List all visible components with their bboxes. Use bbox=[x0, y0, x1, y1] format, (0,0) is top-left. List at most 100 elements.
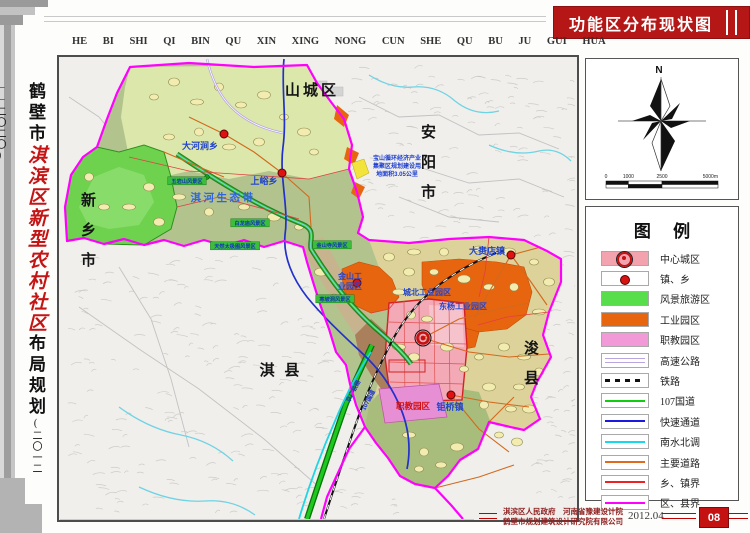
legend-swatch-area-icon bbox=[601, 332, 649, 347]
scale-tick: 0 bbox=[605, 174, 608, 180]
legend-swatch-line-icon bbox=[601, 434, 649, 449]
legend-swatch-line-icon bbox=[601, 393, 649, 408]
legend-item-label: 风景旅游区 bbox=[660, 291, 710, 306]
map-label: 大河涧乡 bbox=[182, 140, 218, 151]
left-rail-mid bbox=[11, 0, 15, 533]
map-label: 五岩山风景区 bbox=[171, 177, 203, 185]
side-title-suffix: 布局规划 bbox=[26, 334, 45, 418]
map-label: 钜桥镇 bbox=[436, 401, 463, 412]
legend-item: 中心城区 bbox=[586, 248, 738, 268]
title-banner: 功能区分布现状图 bbox=[553, 6, 750, 39]
legend-swatch-area-icon bbox=[601, 312, 649, 327]
left-rail-dark bbox=[4, 0, 11, 533]
legend-items: 中心城区镇、乡风景旅游区工业园区职教园区高速公路铁路 107国道快速通道南水北调主… bbox=[586, 248, 738, 513]
legend-swatch-line-icon bbox=[601, 455, 649, 470]
legend-item-label: 镇、乡 bbox=[660, 271, 690, 286]
side-title-prefix: 鹤壁市 bbox=[26, 82, 45, 145]
legend-swatch-line-icon bbox=[601, 475, 649, 490]
map-label: 白龙庙风景区 bbox=[234, 219, 266, 227]
footer-credits: 淇滨区人民政府 河南省豫建设计院 鹤壁市规划建筑设计研究院有限公司 bbox=[498, 507, 628, 526]
page-number-badge: 08 bbox=[699, 507, 729, 528]
legend-item-label: 高速公路 bbox=[660, 353, 700, 368]
map-label: 淇 县 bbox=[260, 361, 303, 379]
legend-item-label: 区、县界 bbox=[660, 495, 700, 510]
compass-scale: N 0 1000 2500 5000m bbox=[586, 59, 736, 197]
town-marker-icon bbox=[447, 391, 455, 399]
legend-item-label: 工业园区 bbox=[660, 312, 700, 327]
legend-item: 铁路 bbox=[586, 370, 738, 390]
scale-tick: 2500 bbox=[656, 174, 667, 180]
legend-item: 南水北调 bbox=[586, 432, 738, 452]
footer-redline-right bbox=[729, 513, 748, 519]
north-box: N 0 1000 2500 5000m bbox=[585, 58, 739, 200]
footer-date: 2012.04 bbox=[628, 510, 664, 522]
town-marker-icon bbox=[507, 251, 515, 259]
map-label: 城北工业园区 bbox=[403, 287, 451, 297]
map-label: 寒坡洞风景区 bbox=[319, 295, 351, 303]
map-label: 金山工 bbox=[337, 271, 362, 281]
map-label: 安阳市 bbox=[421, 123, 439, 201]
footer-redline-left bbox=[479, 513, 497, 519]
legend-item: 镇、乡 bbox=[586, 268, 738, 288]
footer-org-line2: 鹤壁市规划建筑设计研究院有限公司 bbox=[498, 517, 628, 527]
scale-tick: 1000 bbox=[623, 174, 634, 180]
map-label: 东杨工业园区 bbox=[439, 301, 487, 311]
compass-rose-icon bbox=[618, 77, 706, 171]
legend-item-label: 铁路 bbox=[660, 373, 680, 388]
map-label: 上峪乡 bbox=[250, 175, 277, 186]
footer-redline-mid bbox=[662, 513, 696, 519]
scale-bar: 0 1000 2500 5000m bbox=[605, 174, 718, 188]
legend-item-label: 快速通道 bbox=[660, 414, 700, 429]
banner-double-line bbox=[726, 10, 737, 35]
map-label: 天然太极图风景区 bbox=[214, 242, 256, 250]
map-label: 宝山循环经济产业 bbox=[373, 154, 421, 162]
map-label: 淇河生态带 bbox=[191, 191, 256, 204]
corner-step-3 bbox=[0, 15, 23, 25]
legend-item-label: 主要道路 bbox=[660, 455, 700, 470]
map-label: 业园区 bbox=[338, 281, 362, 291]
map-label: 职教园区 bbox=[396, 401, 431, 411]
map-label: 集聚区规划建设用 bbox=[372, 162, 421, 170]
legend-item-label: 107国道 bbox=[660, 393, 695, 408]
legend-item: 职教园区 bbox=[586, 330, 738, 350]
legend-item: 风景旅游区 bbox=[586, 289, 738, 309]
legend-item: 107国道 bbox=[586, 391, 738, 411]
banner-title: 功能区分布现状图 bbox=[553, 11, 713, 35]
legend-swatch-line-rail-icon bbox=[601, 373, 649, 388]
legend-swatch-line-double-icon bbox=[601, 353, 649, 368]
legend-item: 乡、镇界 bbox=[586, 472, 738, 492]
legend-item-label: 乡、镇界 bbox=[660, 475, 700, 490]
legend-item: 主要道路 bbox=[586, 452, 738, 472]
map-label: 山城区 bbox=[285, 81, 339, 99]
page: 功能区分布现状图 HE BI SHI QI BIN QU XIN XING NO… bbox=[0, 0, 750, 533]
side-title: 鹤壁市淇滨区新型农村社区布局规划(二〇一二——二〇二〇) bbox=[17, 82, 53, 482]
legend-panel: 图 例 中心城区镇、乡风景旅游区工业园区职教园区高速公路铁路 107国道快速通道南… bbox=[585, 206, 739, 501]
legend-swatch-town-icon bbox=[601, 271, 649, 286]
scale-tick: 5000m bbox=[703, 174, 718, 180]
legend-title: 图 例 bbox=[586, 217, 738, 242]
legend-item-label: 职教园区 bbox=[660, 332, 700, 347]
top-hairline bbox=[44, 16, 546, 22]
legend-item: 快速通道 bbox=[586, 411, 738, 431]
legend-swatch-area-icon bbox=[601, 291, 649, 306]
map-label: 金山寺风景区 bbox=[315, 241, 348, 249]
map-canvas: 山城区安阳市新乡市浚县淇 县大河涧乡上峪乡大赉店镇钜桥镇金山工业园区城北工业园区… bbox=[59, 57, 577, 520]
legend-swatch-line-icon bbox=[601, 414, 649, 429]
legend-item-label: 南水北调 bbox=[660, 434, 700, 449]
legend-item: 工业园区 bbox=[586, 309, 738, 329]
town-marker-icon bbox=[220, 130, 228, 138]
town-marker-icon bbox=[278, 169, 286, 177]
map-label: 大赉店镇 bbox=[469, 245, 505, 256]
map-label: 地面积3.05公里 bbox=[376, 170, 418, 178]
corner-step-2 bbox=[0, 7, 35, 15]
legend-item: 高速公路 bbox=[586, 350, 738, 370]
map-panel: 山城区安阳市新乡市浚县淇 县大河涧乡上峪乡大赉店镇钜桥镇金山工业园区城北工业园区… bbox=[57, 55, 579, 522]
pinyin-row: HE BI SHI QI BIN QU XIN XING NONG CUN SH… bbox=[72, 36, 540, 47]
legend-swatch-city-icon bbox=[601, 251, 649, 266]
legend-item-label: 中心城区 bbox=[660, 251, 700, 266]
footer-hairline bbox=[60, 519, 474, 520]
footer-org-line1: 淇滨区人民政府 河南省豫建设计院 bbox=[498, 507, 628, 517]
side-title-highlight: 淇滨区新型农村社区 bbox=[25, 145, 46, 334]
map-label: 新乡市 bbox=[81, 191, 99, 269]
north-letter: N bbox=[655, 65, 662, 76]
